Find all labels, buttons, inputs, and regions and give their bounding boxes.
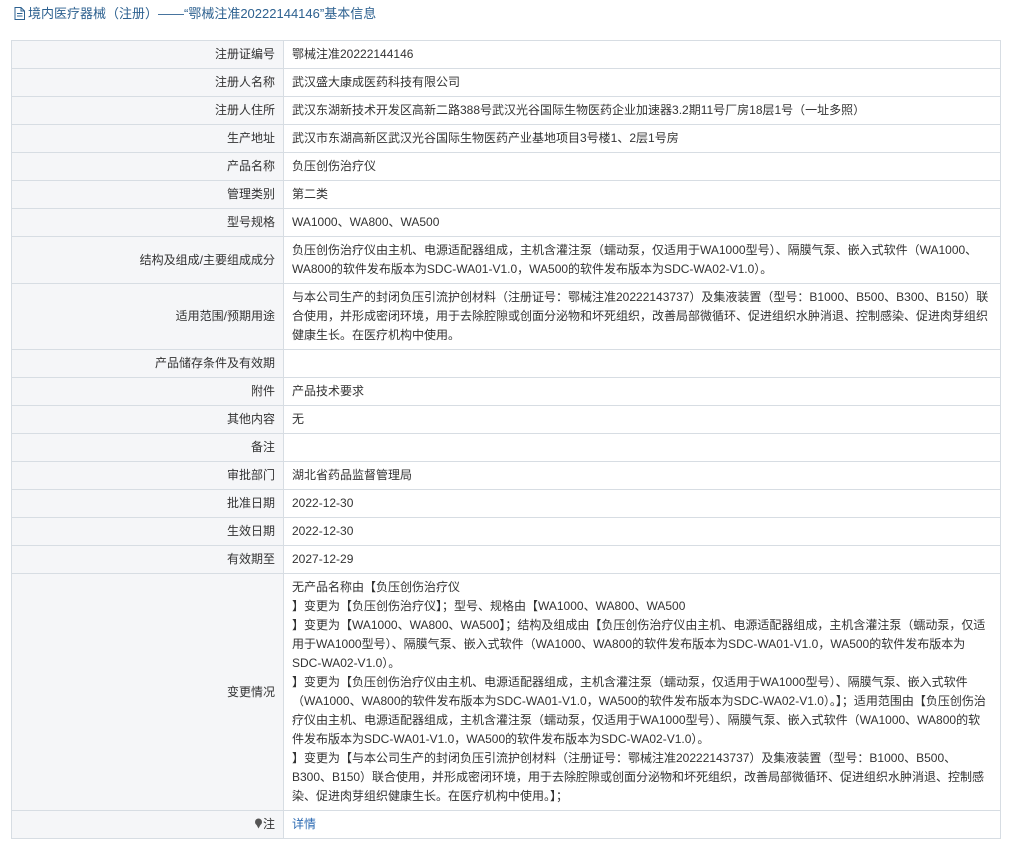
field-label: 结构及组成/主要组成成分: [11, 236, 284, 284]
field-value: 2027-12-29: [283, 545, 1001, 574]
field-value: 武汉东湖新技术开发区高新二路388号武汉光谷国际生物医药企业加速器3.2期11号…: [283, 96, 1001, 125]
table-row-note: 注 详情: [11, 810, 1001, 839]
table-row: 产品名称 负压创伤治疗仪: [11, 152, 1001, 181]
table-row: 生效日期 2022-12-30: [11, 517, 1001, 546]
field-label: 备注: [11, 433, 284, 462]
table-row: 产品储存条件及有效期: [11, 349, 1001, 378]
field-value: 2022-12-30: [283, 517, 1001, 546]
field-value: [283, 433, 1001, 462]
table-row: 结构及组成/主要组成成分 负压创伤治疗仪由主机、电源适配器组成，主机含灌注泵（蠕…: [11, 236, 1001, 284]
table-row: 适用范围/预期用途 与本公司生产的封闭负压引流护创材料（注册证号：鄂械注准202…: [11, 283, 1001, 350]
field-label: 批准日期: [11, 489, 284, 518]
field-label: 注册证编号: [11, 40, 284, 69]
note-label-cell: 注: [11, 810, 284, 839]
field-value: 负压创伤治疗仪由主机、电源适配器组成，主机含灌注泵（蠕动泵，仅适用于WA1000…: [283, 236, 1001, 284]
note-label: 注: [262, 817, 275, 831]
change-line: 无产品名称由【负压创伤治疗仪: [292, 580, 461, 594]
field-value: WA1000、WA800、WA500: [283, 208, 1001, 237]
table-row: 备注: [11, 433, 1001, 462]
table-row: 注册证编号 鄂械注准20222144146: [11, 40, 1001, 69]
field-label: 管理类别: [11, 180, 284, 209]
table-row: 批准日期 2022-12-30: [11, 489, 1001, 518]
details-link[interactable]: 详情: [292, 817, 316, 831]
table-row: 型号规格 WA1000、WA800、WA500: [11, 208, 1001, 237]
field-label: 型号规格: [11, 208, 284, 237]
info-table: 注册证编号 鄂械注准20222144146 注册人名称 武汉盛大康成医药科技有限…: [11, 40, 1001, 839]
field-label: 附件: [11, 377, 284, 406]
field-value: 负压创伤治疗仪: [283, 152, 1001, 181]
table-row: 管理类别 第二类: [11, 180, 1001, 209]
change-line: 】变更为【与本公司生产的封闭负压引流护创材料（注册证号：鄂械注准20222143…: [292, 751, 985, 803]
field-value: 产品技术要求: [283, 377, 1001, 406]
field-label: 注册人名称: [11, 68, 284, 97]
field-label: 其他内容: [11, 405, 284, 434]
table-row: 注册人住所 武汉东湖新技术开发区高新二路388号武汉光谷国际生物医药企业加速器3…: [11, 96, 1001, 125]
field-label: 生产地址: [11, 124, 284, 153]
field-value: 鄂械注准20222144146: [283, 40, 1001, 69]
field-label: 审批部门: [11, 461, 284, 490]
change-line: 】变更为【负压创伤治疗仪由主机、电源适配器组成，主机含灌注泵（蠕动泵，仅适用于W…: [292, 675, 986, 746]
field-label: 有效期至: [11, 545, 284, 574]
field-label: 产品名称: [11, 152, 284, 181]
field-label: 生效日期: [11, 517, 284, 546]
field-label: 产品储存条件及有效期: [11, 349, 284, 378]
field-value: 武汉盛大康成医药科技有限公司: [283, 68, 1001, 97]
field-value: 无: [283, 405, 1001, 434]
info-panel: 注册证编号 鄂械注准20222144146 注册人名称 武汉盛大康成医药科技有限…: [11, 40, 1001, 839]
document-icon: [14, 7, 25, 20]
table-row: 有效期至 2027-12-29: [11, 545, 1001, 574]
table-row: 注册人名称 武汉盛大康成医药科技有限公司: [11, 68, 1001, 97]
changes-label: 变更情况: [11, 573, 284, 811]
field-value: [283, 349, 1001, 378]
change-line: 】变更为【WA1000、WA800、WA500】；结构及组成由【负压创伤治疗仪由…: [292, 618, 986, 670]
table-row: 其他内容 无: [11, 405, 1001, 434]
field-value: 湖北省药品监督管理局: [283, 461, 1001, 490]
table-row-changes: 变更情况 无产品名称由【负压创伤治疗仪 】变更为【负压创伤治疗仪】；型号、规格由…: [11, 573, 1001, 811]
field-label: 适用范围/预期用途: [11, 283, 284, 350]
pin-icon: [254, 818, 262, 829]
field-value: 与本公司生产的封闭负压引流护创材料（注册证号：鄂械注准20222143737）及…: [283, 283, 1001, 350]
field-label: 注册人住所: [11, 96, 284, 125]
changes-value: 无产品名称由【负压创伤治疗仪 】变更为【负压创伤治疗仪】；型号、规格由【WA10…: [283, 573, 1001, 811]
field-value: 2022-12-30: [283, 489, 1001, 518]
note-value: 详情: [283, 810, 1001, 839]
field-value: 第二类: [283, 180, 1001, 209]
page-header: 境内医疗器械（注册）——“鄂械注准20222144146”基本信息: [0, 0, 1011, 27]
field-value: 武汉市东湖高新区武汉光谷国际生物医药产业基地项目3号楼1、2层1号房: [283, 124, 1001, 153]
table-row: 附件 产品技术要求: [11, 377, 1001, 406]
change-line: 】变更为【负压创伤治疗仪】；型号、规格由【WA1000、WA800、WA500: [292, 599, 686, 613]
table-row: 生产地址 武汉市东湖高新区武汉光谷国际生物医药产业基地项目3号楼1、2层1号房: [11, 124, 1001, 153]
page-title: 境内医疗器械（注册）——“鄂械注准20222144146”基本信息: [28, 6, 377, 21]
table-row: 审批部门 湖北省药品监督管理局: [11, 461, 1001, 490]
